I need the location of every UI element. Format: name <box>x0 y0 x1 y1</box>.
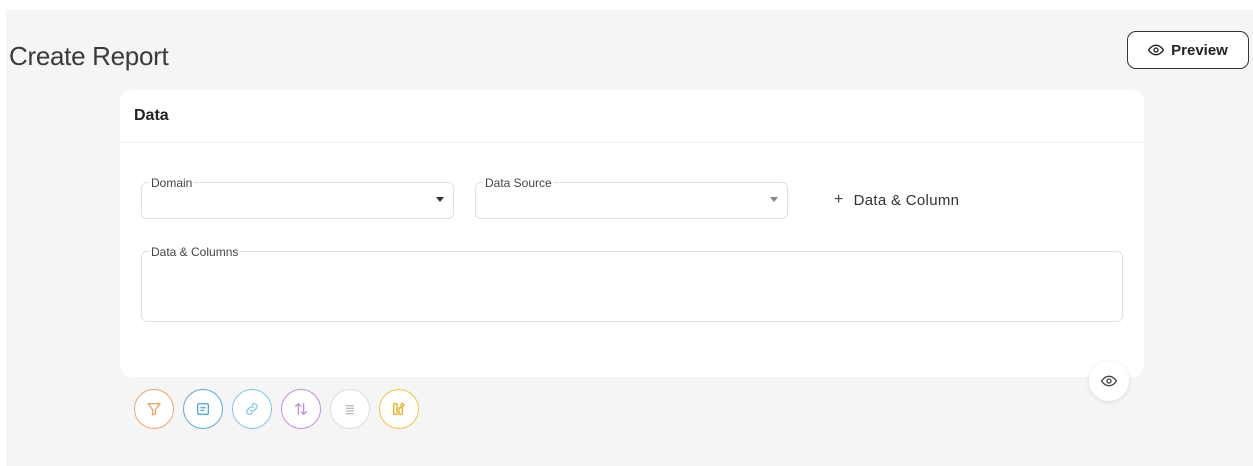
domain-label: Domain <box>149 176 195 190</box>
filter-icon <box>147 403 161 416</box>
list-button[interactable] <box>330 389 370 429</box>
card-title: Data <box>120 90 1144 143</box>
form-icon <box>197 403 209 415</box>
link-icon <box>246 403 258 415</box>
add-data-column-button[interactable]: + Data & Column <box>834 191 959 209</box>
eye-icon <box>1101 375 1117 387</box>
columns-settings-icon <box>393 402 405 415</box>
preview-button-label: Preview <box>1171 41 1228 59</box>
chevron-down-icon <box>770 197 778 202</box>
filter-button[interactable] <box>134 389 174 429</box>
data-card: Data Domain Data Source + Data & Column … <box>120 90 1144 377</box>
link-button[interactable] <box>232 389 272 429</box>
sort-button[interactable] <box>281 389 321 429</box>
preview-button[interactable]: Preview <box>1127 31 1249 69</box>
data-source-label: Data Source <box>483 176 554 190</box>
data-source-select[interactable]: Data Source <box>475 176 788 219</box>
toggle-preview-button[interactable] <box>1089 361 1129 401</box>
form-button[interactable] <box>183 389 223 429</box>
data-columns-field[interactable]: Data & Columns <box>141 245 1123 322</box>
add-data-column-label: Data & Column <box>853 191 960 209</box>
list-icon <box>346 405 354 415</box>
page-background: Create Report Preview Data Domain Data S… <box>6 10 1253 466</box>
page-title: Create Report <box>9 41 169 71</box>
data-columns-label: Data & Columns <box>149 245 241 259</box>
eye-icon <box>1148 44 1165 56</box>
column-settings-button[interactable] <box>379 389 419 429</box>
chevron-down-icon <box>436 197 444 202</box>
domain-select[interactable]: Domain <box>141 176 454 219</box>
plus-icon: + <box>834 191 844 208</box>
sort-icon <box>295 402 307 416</box>
